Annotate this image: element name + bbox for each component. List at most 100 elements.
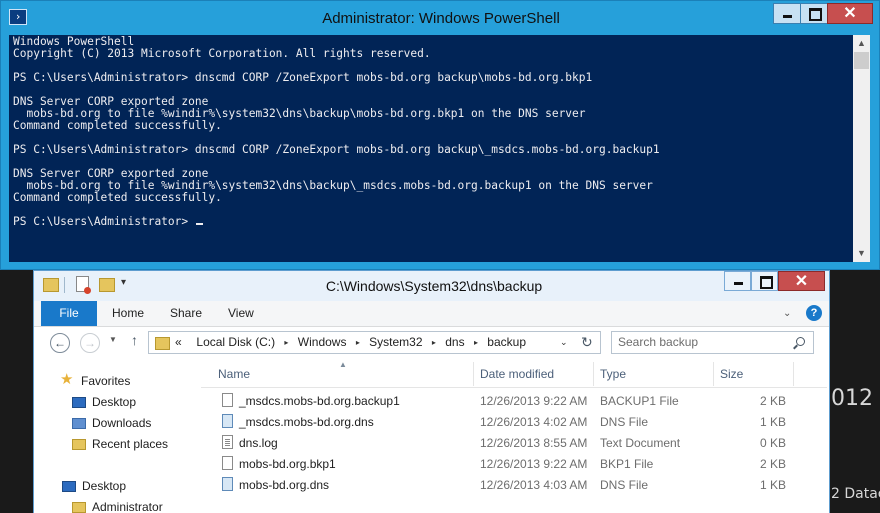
file-row[interactable]: mobs-bd.org.dns 12/26/2013 4:03 AM DNS Fil… bbox=[201, 474, 827, 495]
chevron-right-icon[interactable]: ▸ bbox=[432, 338, 436, 347]
column-header-type[interactable]: Type bbox=[594, 362, 714, 386]
tab-view[interactable]: View bbox=[228, 301, 254, 326]
breadcrumb-local-disk[interactable]: Local Disk (C:) bbox=[196, 335, 275, 349]
console-line: Command completed successfully. bbox=[13, 119, 222, 132]
file-name: mobs-bd.org.bkp1 bbox=[239, 457, 336, 471]
address-bar[interactable]: « ▸ Local Disk (C:) ▸ Windows ▸ System32… bbox=[148, 331, 601, 354]
folder-icon[interactable] bbox=[43, 278, 59, 292]
address-history-dropdown-icon[interactable]: ⌄ bbox=[560, 337, 568, 348]
minimize-button[interactable] bbox=[773, 3, 801, 24]
console-line: PS C:\Users\Administrator> bbox=[13, 216, 849, 228]
star-icon: ★ bbox=[60, 371, 74, 388]
console-line: Copyright (C) 2013 Microsoft Corporation… bbox=[13, 47, 431, 60]
search-box[interactable] bbox=[611, 331, 814, 354]
file-row[interactable]: mobs-bd.org.bkp1 12/26/2013 9:22 AM BKP1 F… bbox=[201, 453, 827, 474]
console-cursor bbox=[195, 223, 203, 225]
close-button[interactable]: ✕ bbox=[778, 271, 825, 291]
minimize-icon bbox=[783, 15, 792, 18]
up-button[interactable]: ↑ bbox=[131, 332, 138, 348]
breadcrumb-dns[interactable]: dns bbox=[445, 335, 464, 349]
navigation-pane[interactable]: ★ Favorites Desktop Downloads Recent pla… bbox=[34, 362, 194, 513]
dns-file-icon bbox=[222, 477, 233, 491]
close-icon: ✕ bbox=[843, 5, 857, 22]
file-name: mobs-bd.org.dns bbox=[239, 478, 330, 492]
back-button[interactable]: ← bbox=[50, 333, 70, 353]
file-size: 1 KB bbox=[759, 415, 786, 429]
powershell-app-icon[interactable]: › bbox=[9, 9, 27, 25]
sidebar-item-label: Desktop bbox=[82, 479, 127, 493]
powershell-console[interactable]: Windows PowerShell Copyright (C) 2013 Mic… bbox=[9, 35, 853, 262]
user-folder-icon bbox=[72, 502, 86, 513]
sidebar-item-label: Desktop bbox=[92, 395, 137, 409]
desktop-icon bbox=[72, 397, 86, 408]
help-icon[interactable]: ? bbox=[806, 305, 822, 321]
console-line: PS C:\Users\Administrator> dnscmd CORP /… bbox=[13, 143, 660, 156]
chevron-right-icon[interactable]: ▸ bbox=[284, 338, 288, 347]
recent-places-icon bbox=[72, 439, 86, 450]
quick-access-dropdown-icon[interactable]: ▾ bbox=[121, 277, 126, 288]
file-type: DNS File bbox=[600, 415, 649, 429]
column-header-date-modified[interactable]: Date modified bbox=[474, 362, 594, 386]
file-size: 0 KB bbox=[759, 436, 786, 450]
powershell-titlebar[interactable]: › Administrator: Windows PowerShell ✕ bbox=[1, 1, 879, 35]
minimize-button[interactable] bbox=[724, 271, 751, 291]
tab-share[interactable]: Share bbox=[170, 301, 202, 326]
chevron-right-icon[interactable]: ▸ bbox=[474, 338, 478, 347]
breadcrumb-system32[interactable]: System32 bbox=[369, 335, 422, 349]
recent-locations-icon[interactable]: ▼ bbox=[109, 335, 117, 344]
explorer-titlebar[interactable]: ▾ C:\Windows\System32\dns\backup ✕ bbox=[34, 271, 829, 301]
maximize-button[interactable] bbox=[800, 3, 828, 24]
close-button[interactable]: ✕ bbox=[827, 3, 873, 24]
text-file-icon bbox=[222, 435, 233, 449]
console-line: PS C:\Users\Administrator> dnscmd CORP /… bbox=[13, 71, 593, 84]
scroll-up-arrow-icon[interactable]: ▲ bbox=[853, 35, 870, 52]
search-input[interactable] bbox=[618, 335, 788, 349]
file-type: BKP1 File bbox=[600, 457, 654, 471]
search-icon[interactable] bbox=[796, 337, 805, 346]
blank-file-icon bbox=[222, 456, 233, 470]
file-date-modified: 12/26/2013 9:22 AM bbox=[480, 394, 588, 408]
sidebar-item-label: Administrator bbox=[92, 500, 163, 513]
desktop-icon bbox=[62, 481, 76, 492]
file-name: _msdcs.mobs-bd.org.backup1 bbox=[239, 394, 400, 408]
file-size: 2 KB bbox=[759, 457, 786, 471]
breadcrumb-backup[interactable]: backup bbox=[487, 335, 526, 349]
sidebar-item-label: Recent places bbox=[92, 437, 169, 451]
explorer-window: ▾ C:\Windows\System32\dns\backup ✕ File … bbox=[33, 270, 830, 513]
file-name: dns.log bbox=[239, 436, 278, 450]
column-header-size[interactable]: Size bbox=[714, 362, 794, 386]
breadcrumb-overflow[interactable]: « bbox=[175, 335, 182, 349]
file-row[interactable]: _msdcs.mobs-bd.org.backup1 12/26/2013 9:2… bbox=[201, 390, 827, 411]
expand-ribbon-icon[interactable]: ⌄ bbox=[783, 308, 791, 319]
file-date-modified: 12/26/2013 4:02 AM bbox=[480, 415, 588, 429]
tab-file[interactable]: File bbox=[41, 301, 97, 326]
powershell-window-title: Administrator: Windows PowerShell bbox=[322, 10, 560, 27]
new-folder-icon[interactable] bbox=[99, 278, 115, 292]
column-header-name[interactable]: Name bbox=[201, 362, 474, 386]
tab-home[interactable]: Home bbox=[112, 301, 144, 326]
forward-button[interactable]: → bbox=[80, 333, 100, 353]
file-list-header: ▲ Name Date modified Type Size bbox=[201, 360, 827, 388]
maximize-icon bbox=[760, 276, 773, 289]
breadcrumb: « ▸ Local Disk (C:) ▸ Windows ▸ System32… bbox=[175, 335, 526, 349]
scroll-down-arrow-icon[interactable]: ▼ bbox=[853, 245, 870, 262]
desktop-branding-subtext: 2 Datac bbox=[831, 486, 880, 502]
close-icon: ✕ bbox=[794, 273, 809, 290]
file-size: 1 KB bbox=[759, 478, 786, 492]
scrollbar-thumb[interactable] bbox=[854, 52, 869, 69]
refresh-icon[interactable]: ↻ bbox=[581, 334, 593, 351]
file-row[interactable]: _msdcs.mobs-bd.org.dns 12/26/2013 4:02 AM… bbox=[201, 411, 827, 432]
console-output: Windows PowerShell Copyright (C) 2013 Mic… bbox=[9, 35, 853, 229]
downloads-icon bbox=[72, 418, 86, 429]
chevron-right-icon[interactable]: ▸ bbox=[356, 338, 360, 347]
minimize-icon bbox=[734, 282, 743, 285]
properties-icon[interactable] bbox=[76, 276, 91, 294]
maximize-button[interactable] bbox=[751, 271, 778, 291]
console-scrollbar[interactable]: ▲ ▼ bbox=[853, 35, 870, 262]
breadcrumb-windows[interactable]: Windows bbox=[298, 335, 347, 349]
file-row[interactable]: dns.log 12/26/2013 8:55 AM Text Document 0 … bbox=[201, 432, 827, 453]
navigation-bar: ← → ▼ ↑ « ▸ Local Disk (C:) ▸ Windows ▸ … bbox=[34, 327, 829, 362]
powershell-window: › Administrator: Windows PowerShell ✕ Wi… bbox=[0, 0, 880, 270]
file-name: _msdcs.mobs-bd.org.dns bbox=[239, 415, 374, 429]
ribbon-tabs: File Home Share View ⌄ ? bbox=[34, 301, 829, 327]
